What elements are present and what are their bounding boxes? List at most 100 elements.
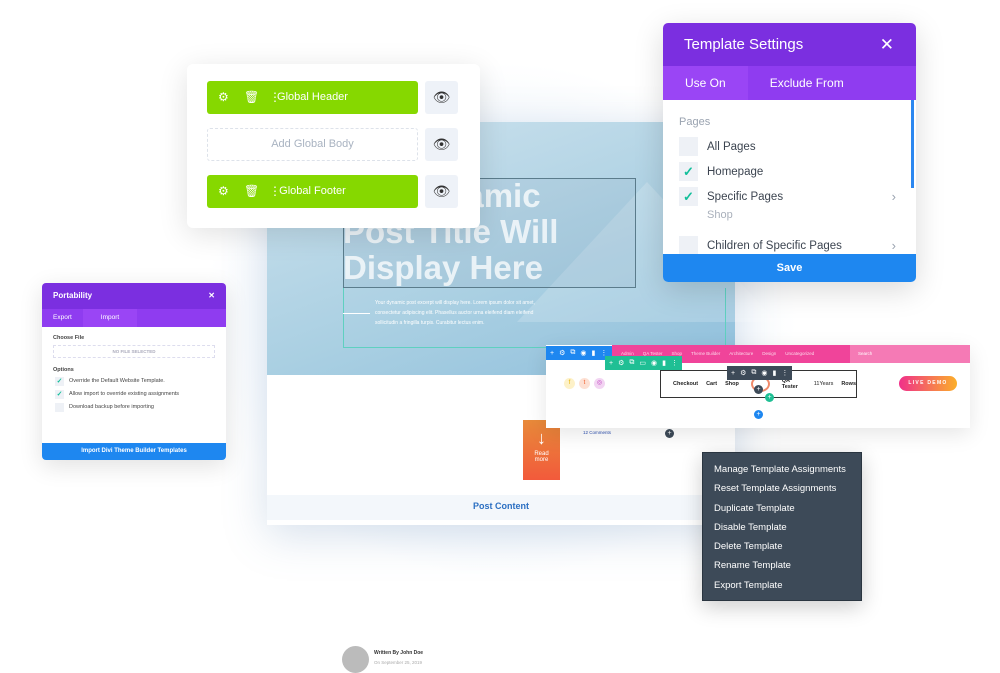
import-button[interactable]: Import Divi Theme Builder Templates [42, 443, 226, 460]
add-global-body-button[interactable]: Add Global Body [207, 128, 418, 161]
checkbox-checked[interactable]: ✓ [55, 389, 64, 399]
module-toolbar[interactable]: + ⚙ ⧉ ◉ ▮ ⋮ [727, 366, 793, 380]
trash-icon[interactable]: 🗑 [244, 175, 259, 208]
option-homepage[interactable]: ✓ Homepage [679, 159, 916, 184]
trash-icon[interactable]: 🗑 [244, 81, 259, 114]
row-toolbar[interactable]: + ⚙ ⧉ ▭ ◉ ▮ ⋮ [605, 356, 682, 370]
option-label: Allow import to override existing assign… [69, 391, 180, 397]
top-menu-item[interactable]: Architecture [729, 345, 753, 363]
add-icon[interactable]: + [550, 350, 554, 357]
more-icon[interactable]: ⋮ [269, 175, 281, 208]
trash-icon[interactable]: ▮ [772, 369, 776, 377]
close-icon[interactable]: ✕ [880, 23, 894, 66]
add-section-icon[interactable]: + [754, 410, 763, 419]
gear-icon[interactable]: ⚙ [740, 369, 746, 377]
add-icon[interactable]: + [731, 370, 735, 377]
tab-export[interactable]: Export [42, 309, 83, 327]
option-allow-override[interactable]: ✓ Allow import to override existing assig… [55, 389, 226, 399]
twitter-icon[interactable]: t [579, 378, 590, 389]
read-more-button[interactable]: ↓ Read more [523, 420, 560, 480]
modal-body: Pages All Pages ✓ Homepage ✓ Specific Page… [663, 100, 916, 254]
section-toolbar[interactable]: + ⚙ ⧉ ◉ ▮ ⋮ [546, 346, 612, 360]
checkbox-checked[interactable]: ✓ [55, 376, 64, 386]
menu-item-rename[interactable]: Rename Template [714, 556, 861, 575]
gear-icon[interactable]: ⚙ [618, 359, 624, 367]
modal-header: Template Settings ✕ [663, 23, 916, 66]
gear-icon[interactable]: ⚙ [559, 349, 565, 357]
checkbox[interactable] [55, 402, 64, 412]
search-field[interactable]: Search [850, 345, 970, 363]
top-menu-item[interactable]: Uncategorized [785, 345, 814, 363]
nav-item[interactable]: 11Years [814, 381, 834, 387]
post-content-label: Post Content [267, 495, 735, 520]
eye-icon[interactable]: 👁 [425, 81, 458, 114]
selected-page: Shop [707, 209, 733, 221]
nav-item[interactable]: Cart [706, 381, 717, 387]
tab-exclude-from[interactable]: Exclude From [748, 66, 866, 100]
option-label: Download backup before importing [69, 404, 154, 410]
read-more-label: Read more [534, 451, 549, 463]
global-templates-card: ⚙ 🗑 ⋮ Global Header 👁 Add Global Body 👁 … [187, 64, 480, 228]
checkbox-checked[interactable]: ✓ [679, 162, 698, 181]
nav-item[interactable]: Shop [725, 381, 739, 387]
columns-icon[interactable]: ▭ [639, 359, 646, 367]
top-menu-item[interactable]: Theme Builder [691, 345, 720, 363]
more-icon[interactable]: ⋮ [781, 369, 788, 377]
add-icon[interactable]: + [665, 429, 674, 438]
duplicate-icon[interactable]: ⧉ [570, 349, 575, 357]
template-settings-modal: Template Settings ✕ Use On Exclude From … [663, 23, 916, 282]
duplicate-icon[interactable]: ⧉ [751, 369, 756, 377]
menu-item-duplicate[interactable]: Duplicate Template [714, 499, 861, 518]
option-children-of-specific-pages[interactable]: Children of Specific Pages › [679, 233, 916, 254]
author-section: Written By John Doe On September 25, 201… [267, 375, 523, 673]
global-header-bar[interactable]: ⚙ 🗑 ⋮ Global Header [207, 81, 418, 114]
facebook-icon[interactable]: f [564, 378, 575, 389]
eye-icon[interactable]: ◉ [651, 359, 657, 367]
chevron-right-icon[interactable]: › [892, 238, 896, 253]
gear-icon[interactable]: ⚙ [218, 175, 229, 208]
option-override-default[interactable]: ✓ Override the Default Website Template. [55, 376, 226, 386]
menu-item-export[interactable]: Export Template [714, 576, 861, 595]
close-icon[interactable]: ✕ [208, 283, 215, 309]
checkbox[interactable] [679, 137, 698, 156]
eye-icon[interactable]: 👁 [425, 175, 458, 208]
menu-item-delete[interactable]: Delete Template [714, 537, 861, 556]
arrow-down-icon: ↓ [537, 428, 546, 448]
eye-icon[interactable]: 👁 [425, 128, 458, 161]
eye-icon[interactable]: ◉ [580, 349, 586, 357]
tab-import[interactable]: Import [82, 309, 138, 327]
menu-item-manage-assignments[interactable]: Manage Template Assignments [714, 460, 861, 479]
add-icon[interactable]: + [609, 360, 613, 367]
trash-icon[interactable]: ▮ [591, 349, 595, 357]
option-all-pages[interactable]: All Pages [679, 134, 916, 159]
save-button[interactable]: Save [663, 254, 916, 282]
gear-icon[interactable]: ⚙ [218, 81, 229, 114]
live-demo-button[interactable]: LIVE DEMO [899, 376, 957, 391]
modal-title: Portability [53, 291, 93, 300]
menu-item-disable[interactable]: Disable Template [714, 518, 861, 537]
option-specific-pages[interactable]: ✓ Specific Pages › [679, 184, 916, 209]
global-footer-bar[interactable]: ⚙ 🗑 ⋮ Global Footer [207, 175, 418, 208]
file-input[interactable]: NO FILE SELECTED [53, 345, 215, 358]
chevron-right-icon[interactable]: › [892, 189, 896, 204]
nav-item[interactable]: Rows [841, 381, 856, 387]
tab-use-on[interactable]: Use On [663, 66, 748, 100]
trash-icon[interactable]: ▮ [662, 359, 666, 367]
nav-item[interactable]: Checkout [673, 381, 698, 387]
menu-item-reset-assignments[interactable]: Reset Template Assignments [714, 479, 861, 498]
checkbox[interactable] [679, 236, 698, 254]
more-icon[interactable]: ⋮ [671, 359, 678, 367]
checkbox-checked[interactable]: ✓ [679, 187, 698, 206]
more-icon[interactable]: ⋮ [269, 81, 281, 114]
comments-link[interactable]: 12 Comments [583, 430, 611, 435]
options-label: Options [53, 367, 74, 373]
eye-icon[interactable]: ◉ [761, 369, 767, 377]
social-icons: f t ◎ [564, 378, 605, 389]
add-row-icon[interactable]: + [765, 393, 774, 402]
instagram-icon[interactable]: ◎ [594, 378, 605, 389]
duplicate-icon[interactable]: ⧉ [629, 359, 634, 367]
avatar [342, 646, 369, 673]
top-menu-item[interactable]: Design [762, 345, 776, 363]
add-module-icon[interactable]: + [754, 385, 763, 394]
option-download-backup[interactable]: Download backup before importing [55, 402, 226, 412]
